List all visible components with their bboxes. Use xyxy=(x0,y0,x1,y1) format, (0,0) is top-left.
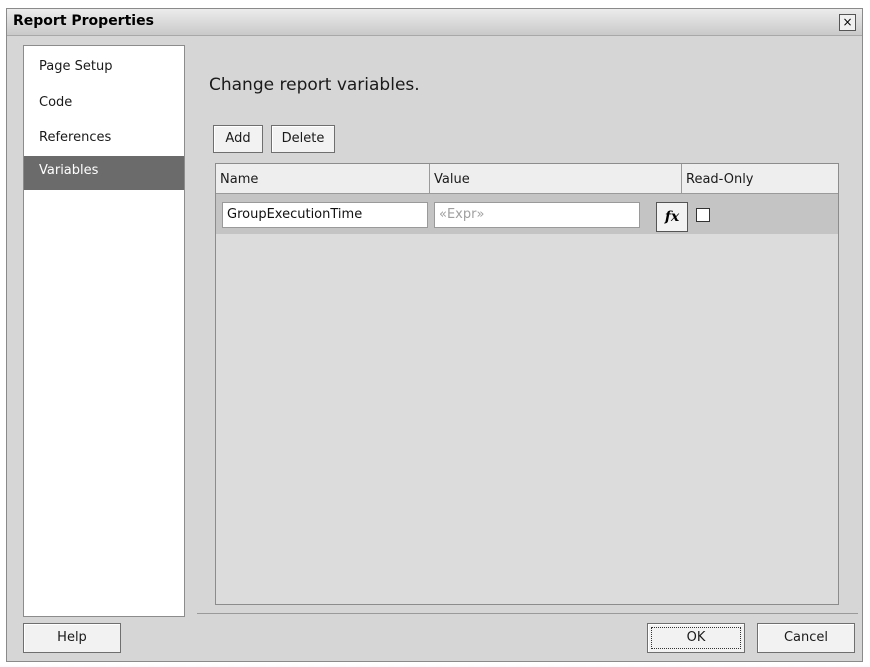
sidebar-item-references[interactable]: References xyxy=(24,123,184,157)
sidebar-item-page-setup[interactable]: Page Setup xyxy=(24,52,184,86)
expression-fx-button[interactable]: fx xyxy=(656,202,688,232)
column-header-read-only: Read-Only xyxy=(682,164,838,194)
title-bar: Report Properties × xyxy=(7,9,862,36)
variable-value-input[interactable]: «Expr» xyxy=(434,202,640,228)
help-button[interactable]: Help xyxy=(23,623,121,653)
cancel-button[interactable]: Cancel xyxy=(757,623,855,653)
variables-grid: Name Value Read-Only GroupExecutionTime … xyxy=(215,163,839,605)
ok-button[interactable]: OK xyxy=(647,623,745,653)
sidebar-item-code[interactable]: Code xyxy=(24,88,184,122)
report-properties-dialog: Report Properties × Page Setup Code Refe… xyxy=(6,8,863,662)
sidebar-nav: Page Setup Code References Variables xyxy=(23,45,185,617)
add-button[interactable]: Add xyxy=(213,125,263,153)
read-only-checkbox[interactable] xyxy=(696,208,710,222)
variable-name-input[interactable]: GroupExecutionTime xyxy=(222,202,428,228)
sidebar-item-variables[interactable]: Variables xyxy=(24,156,184,190)
footer-divider xyxy=(197,613,858,614)
column-header-name: Name xyxy=(216,164,430,194)
page-heading: Change report variables. xyxy=(209,75,420,95)
column-header-value: Value xyxy=(430,164,682,194)
delete-button[interactable]: Delete xyxy=(271,125,335,153)
close-icon[interactable]: × xyxy=(839,14,856,31)
dialog-title: Report Properties xyxy=(13,13,154,29)
